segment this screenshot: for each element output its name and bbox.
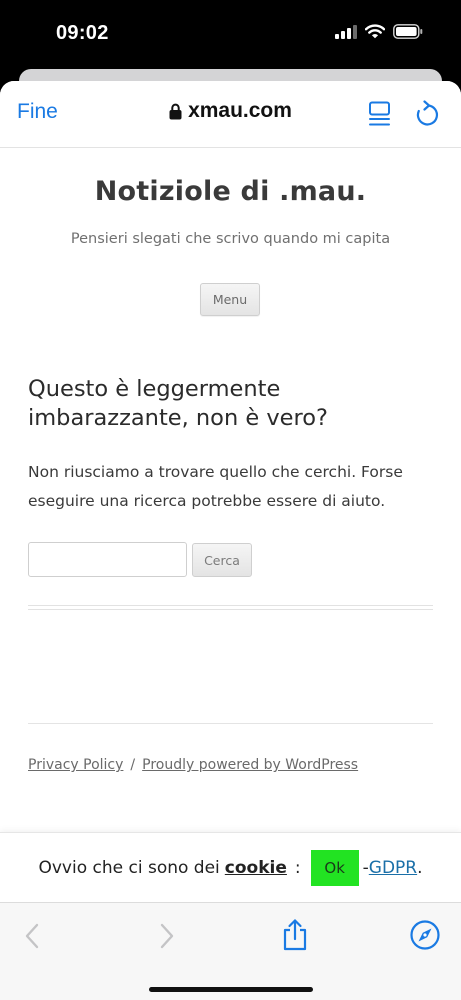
not-found-message: Non riusciamo a trovare quello che cerch…	[28, 463, 403, 510]
search-input[interactable]	[28, 542, 187, 577]
privacy-policy-link[interactable]: Privacy Policy	[28, 757, 123, 773]
footer-links: Privacy Policy / Proudly powered by WordPr…	[28, 757, 358, 773]
wordpress-link[interactable]: Proudly powered by WordPress	[142, 757, 358, 773]
cookie-banner: Ovvio che ci sono dei cookie : Ok - GDPR…	[0, 832, 461, 903]
cookie-period: .	[417, 858, 423, 878]
footer-divider	[28, 723, 433, 724]
chevron-right-icon[interactable]	[155, 922, 177, 954]
browser-sheet: Fine xmau.com Notiziole di .mau. Pensier…	[0, 81, 461, 1000]
reader-icon[interactable]	[368, 101, 392, 131]
search-button[interactable]: Cerca	[192, 543, 252, 577]
gdpr-link[interactable]: GDPR	[369, 858, 417, 878]
page-heading: Questo è leggermente imbarazzante, non è…	[28, 376, 328, 431]
cookie-banner-content: Ovvio che ci sono dei cookie : Ok - GDPR…	[0, 850, 461, 886]
menu-button[interactable]: Menu	[200, 283, 260, 316]
status-icons	[335, 24, 423, 43]
home-indicator[interactable]	[149, 987, 313, 992]
compass-icon[interactable]	[409, 919, 441, 955]
cookie-link[interactable]: cookie	[225, 858, 287, 878]
cellular-signal-icon	[335, 24, 357, 43]
status-time: 09:02	[56, 22, 109, 44]
status-bar: 09:02	[0, 0, 461, 70]
site-description: Pensieri slegati che scrivo quando mi ca…	[70, 231, 391, 247]
wifi-icon	[364, 24, 386, 43]
cookie-ok-button[interactable]: Ok	[310, 850, 359, 886]
host-label: xmau.com	[188, 99, 292, 122]
chevron-left-icon[interactable]	[22, 922, 44, 954]
cookie-colon: :	[294, 858, 301, 878]
content-divider	[28, 605, 433, 610]
browser-toolbar	[0, 902, 461, 1000]
reload-icon[interactable]	[414, 100, 440, 132]
footer-separator: /	[130, 757, 136, 773]
battery-icon	[393, 24, 423, 43]
share-icon[interactable]	[281, 918, 309, 956]
nav-bar: Fine xmau.com	[0, 81, 461, 148]
site-title[interactable]: Notiziole di .mau.	[0, 176, 461, 207]
lock-icon	[169, 102, 182, 126]
cookie-message: Ovvio che ci sono dei	[38, 858, 220, 878]
